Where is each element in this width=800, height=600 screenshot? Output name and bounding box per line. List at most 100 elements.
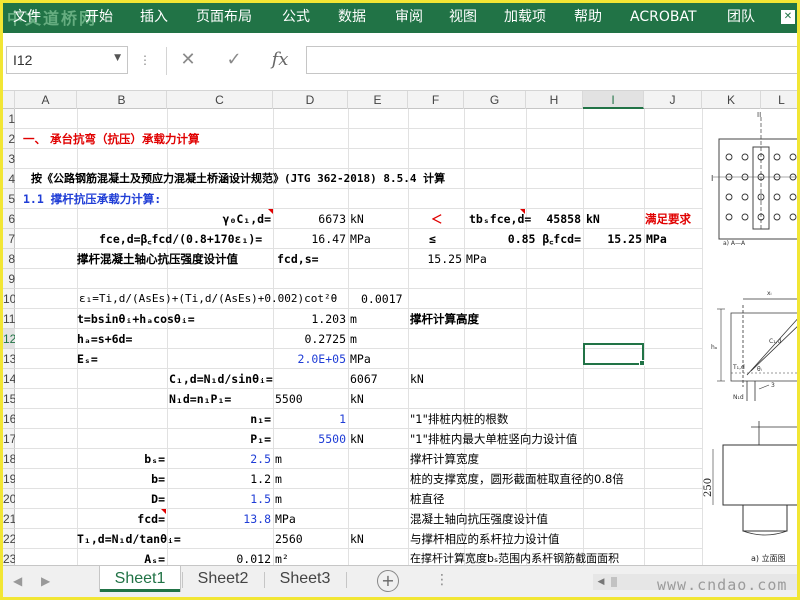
cell-unit[interactable]: kN xyxy=(350,429,364,449)
cell-label[interactable]: γ₀C₁,d= xyxy=(167,209,271,229)
cell-value[interactable]: 45858 xyxy=(526,209,581,229)
row-header[interactable]: 9 xyxy=(3,269,15,289)
column-header[interactable]: E xyxy=(348,91,408,109)
tab-formulas[interactable]: 公式 xyxy=(282,7,310,27)
cell-compare[interactable]: ≤ xyxy=(429,229,436,249)
column-header[interactable]: H xyxy=(526,91,583,109)
cell-formula[interactable]: ε₁=Ti,d/(AsEs)+(Ti,d/(AsEs)+0.002)cot²θ xyxy=(79,289,337,309)
cell-value[interactable]: 5500 xyxy=(275,389,303,409)
column-header[interactable]: F xyxy=(408,91,464,109)
cell-label[interactable]: D= xyxy=(77,489,165,509)
cell-label[interactable]: b= xyxy=(77,469,165,489)
tab-data[interactable]: 数据 xyxy=(338,7,366,27)
cell-value[interactable]: 1 xyxy=(273,409,346,429)
cell-value[interactable]: 0.012 xyxy=(167,549,271,565)
tab-addins[interactable]: 加载项 xyxy=(504,7,546,27)
scroll-left-icon[interactable]: ◀ xyxy=(593,574,609,590)
cell-value[interactable]: 16.47 xyxy=(273,229,346,249)
cell-label[interactable]: fcd= xyxy=(77,509,165,529)
row-header[interactable]: 4 xyxy=(3,169,15,189)
column-header[interactable]: B xyxy=(77,91,167,109)
row-header[interactable]: 5 xyxy=(3,189,15,209)
row-header[interactable]: 11 xyxy=(3,309,15,329)
cell-formula[interactable]: fce,d=β꜀fcd/(0.8+170ε₁)= xyxy=(99,229,262,249)
row-header[interactable]: 3 xyxy=(3,149,15,169)
column-header[interactable]: J xyxy=(644,91,702,109)
row-header[interactable]: 7 xyxy=(3,229,15,249)
cell-note[interactable]: "1"排桩内最大单桩竖向力设计值 xyxy=(410,429,577,449)
cell-label[interactable]: n₁= xyxy=(167,409,271,429)
cell-label[interactable]: 0.85 β꜀fcd= xyxy=(495,229,581,249)
cell-label[interactable]: P₁= xyxy=(167,429,271,449)
row-header[interactable]: 1 xyxy=(3,109,15,129)
cell-value[interactable]: 1.5 xyxy=(167,489,271,509)
tab-home[interactable]: 开始 xyxy=(85,7,113,27)
cell-unit[interactable]: kN xyxy=(410,369,424,389)
tab-team[interactable]: 团队 xyxy=(727,7,755,27)
more-icon[interactable]: ⋮ xyxy=(139,53,151,67)
close-icon[interactable]: ✕ xyxy=(781,10,795,24)
insert-function-icon[interactable]: fx xyxy=(265,47,295,73)
column-header[interactable]: D xyxy=(273,91,348,109)
cell-unit[interactable]: m xyxy=(350,309,357,329)
cell-note[interactable]: 与撑杆相应的系杆拉力设计值 xyxy=(410,529,560,549)
cell-label[interactable]: 撑杆混凝土轴心抗压强度设计值 xyxy=(77,249,238,269)
sheet-tab-sheet3[interactable]: Sheet3 xyxy=(266,566,344,592)
select-all-corner[interactable] xyxy=(3,91,15,109)
cell-value[interactable]: 6673 xyxy=(273,209,346,229)
column-header[interactable]: G xyxy=(464,91,526,109)
cell-unit[interactable]: kN xyxy=(350,529,364,549)
prev-sheet-icon[interactable]: ◀ xyxy=(13,574,22,588)
worksheet-grid[interactable]: A B C D E F G H I J K L 1234567891011121… xyxy=(3,91,797,565)
row-header[interactable]: 10 xyxy=(3,289,15,309)
cell-label[interactable]: fcd,s= xyxy=(277,249,319,269)
column-header[interactable]: C xyxy=(167,91,273,109)
tab-help[interactable]: 帮助 xyxy=(574,7,602,27)
row-header-selected[interactable]: 12 xyxy=(3,329,15,349)
cell-value[interactable]: 1.2 xyxy=(167,469,271,489)
row-header[interactable]: 6 xyxy=(3,209,15,229)
row-header[interactable]: 23 xyxy=(3,549,15,565)
cell-note[interactable]: 桩直径 xyxy=(410,489,445,509)
status-ok[interactable]: 满足要求 xyxy=(645,209,691,229)
formula-input[interactable] xyxy=(306,46,797,74)
cell-formula[interactable]: t=bsinθᵢ+hₐcosθᵢ= xyxy=(77,309,195,329)
row-header[interactable]: 21 xyxy=(3,509,15,529)
cell-area[interactable]: 一、 承台抗弯（抗压）承载力计算 按《公路钢筋混凝土及预应力混凝土桥涵设计规范》… xyxy=(15,109,715,565)
cell-note[interactable]: 桩的支撑宽度，圆形截面桩取直径的0.8倍 xyxy=(410,469,624,489)
cell-unit[interactable]: m² xyxy=(275,549,289,565)
tab-acrobat[interactable]: ACROBAT xyxy=(630,7,697,27)
column-header[interactable]: A xyxy=(15,91,77,109)
cell-note[interactable]: 混凝土轴向抗压强度设计值 xyxy=(410,509,548,529)
tab-view[interactable]: 视图 xyxy=(449,7,477,27)
row-header[interactable]: 20 xyxy=(3,489,15,509)
cell-value[interactable]: 0.0017 xyxy=(361,289,403,309)
tab-insert[interactable]: 插入 xyxy=(140,7,168,27)
cell-unit[interactable]: m xyxy=(275,489,282,509)
enter-icon[interactable]: ✓ xyxy=(219,47,249,73)
cell-value[interactable]: 5500 xyxy=(273,429,346,449)
tab-review[interactable]: 审阅 xyxy=(395,7,423,27)
cell-unit[interactable]: MPa xyxy=(350,349,371,369)
row-header[interactable]: 22 xyxy=(3,529,15,549)
cell-note[interactable]: 在撑杆计算宽度bₛ范围内系杆钢筋截面面积 xyxy=(410,549,619,565)
cell-label[interactable]: bₛ= xyxy=(77,449,165,469)
cell-note[interactable]: 撑杆计算高度 xyxy=(410,309,479,329)
tab-file[interactable]: 文件 xyxy=(13,7,41,27)
sheet-tab-sheet2[interactable]: Sheet2 xyxy=(184,566,262,592)
cell-unit[interactable]: kN xyxy=(350,389,364,409)
cell-value[interactable]: 2560 xyxy=(275,529,303,549)
cell-label[interactable]: Aₛ= xyxy=(77,549,165,565)
sheet-tab-sheet1[interactable]: Sheet1 xyxy=(100,566,180,592)
row-header[interactable]: 8 xyxy=(3,249,15,269)
name-box[interactable]: I12 ▼ xyxy=(6,46,128,74)
cell-unit[interactable]: MPa xyxy=(466,249,487,269)
tab-page-layout[interactable]: 页面布局 xyxy=(196,7,252,27)
cell-value[interactable]: 2.0E+05 xyxy=(273,349,346,369)
cell-value[interactable]: 1.203 xyxy=(273,309,346,329)
cell-unit[interactable]: m xyxy=(275,469,282,489)
cell-unit[interactable]: MPa xyxy=(646,229,667,249)
add-sheet-icon[interactable]: + xyxy=(377,570,399,592)
cell-label[interactable]: Eₛ= xyxy=(77,349,98,369)
row-header[interactable]: 17 xyxy=(3,429,15,449)
